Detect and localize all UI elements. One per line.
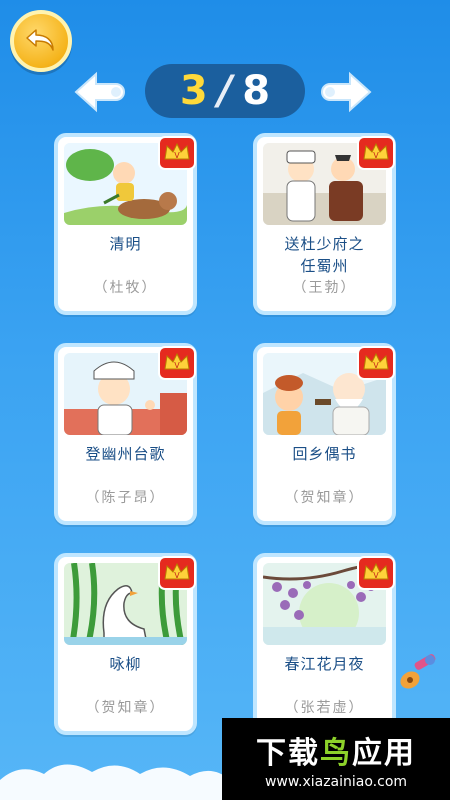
current-page: 3 (179, 68, 208, 114)
poem-title: 咏柳 (109, 655, 142, 673)
poem-card-qingming[interactable]: V 清明 （杜牧） (54, 133, 197, 315)
watermark-url: www.xiazainiao.com (264, 774, 408, 790)
vip-crown-badge-icon: V (158, 136, 196, 170)
poem-author: （杜牧） (93, 280, 158, 296)
vip-crown-badge-icon: V (357, 346, 395, 380)
poem-card-hui-xiang-ou-shu[interactable]: V 回乡偶书 （贺知章） (253, 343, 396, 525)
poem-card-chun-jiang-hua-yue-ye[interactable]: V 春江花月夜 （张若虚） (253, 553, 396, 735)
poem-author: （贺知章） (85, 700, 166, 716)
poem-title: 登幽州台歌 (85, 445, 166, 463)
poem-title: 回乡偶书 (292, 445, 357, 463)
vip-crown-badge-icon: V (158, 346, 196, 380)
page-separator: / (217, 68, 233, 114)
svg-text:V: V (373, 151, 379, 160)
watermark-brand: 下载鸟应用 (256, 736, 416, 771)
poem-author: （陈子昂） (85, 490, 166, 506)
back-button[interactable] (10, 10, 72, 72)
vip-crown-badge-icon: V (357, 556, 395, 590)
poem-card-yong-liu[interactable]: V 咏柳 （贺知章） (54, 553, 197, 735)
poem-title: 春江花月夜 (284, 655, 365, 673)
poem-author: （王勃） (292, 280, 357, 296)
poem-author: （贺知章） (284, 490, 365, 506)
svg-text:V: V (373, 361, 379, 370)
page-indicator: 3 / 8 (145, 64, 305, 118)
poem-title: 清明 (109, 235, 142, 253)
poem-card-song-du-shaofu[interactable]: V 送杜少府之 任蜀州 （王勃） (253, 133, 396, 315)
poem-title: 送杜少府之 任蜀州 (284, 235, 365, 275)
vip-crown-badge-icon: V (158, 556, 196, 590)
total-pages: 8 (242, 68, 271, 114)
svg-text:V: V (373, 571, 379, 580)
watermark-banner: 下载鸟应用 www.xiazainiao.com (222, 718, 450, 800)
next-page-arrow-icon[interactable] (318, 68, 374, 116)
previous-page-arrow-icon[interactable] (72, 68, 128, 116)
svg-text:V: V (174, 361, 180, 370)
vip-crown-badge-icon: V (357, 136, 395, 170)
svg-text:V: V (174, 151, 180, 160)
guitar-decoration-icon[interactable] (396, 648, 442, 694)
svg-text:V: V (174, 571, 180, 580)
poem-author: （张若虚） (284, 700, 365, 716)
poem-card-deng-youzhou-tai[interactable]: V 登幽州台歌 （陈子昂） (54, 343, 197, 525)
undo-arrow-icon (26, 29, 54, 51)
